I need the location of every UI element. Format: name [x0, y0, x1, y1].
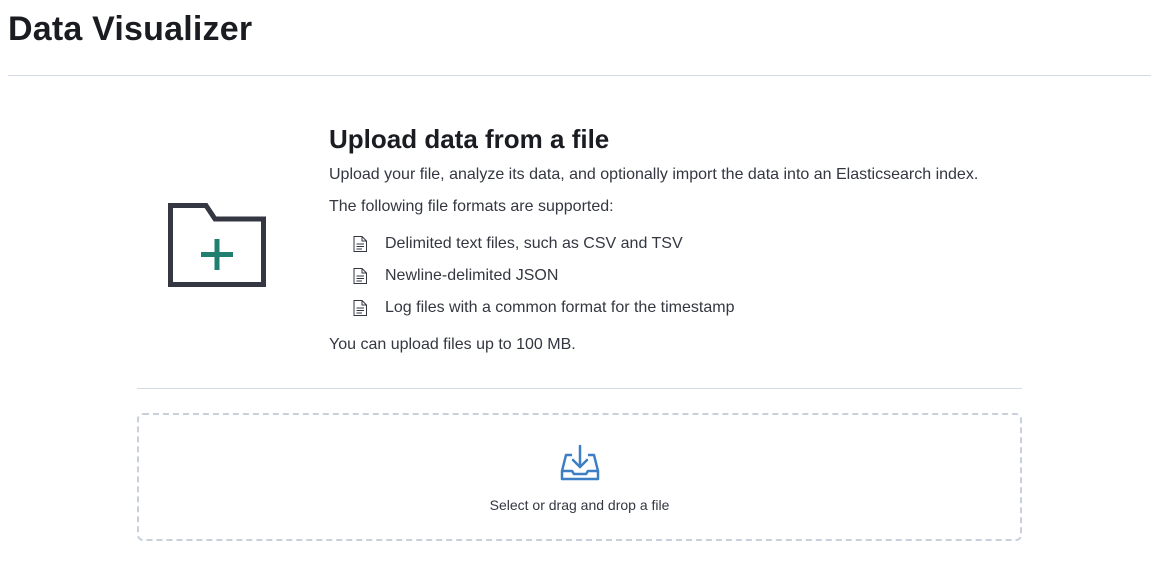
- formats-intro: The following file formats are supported…: [329, 198, 614, 215]
- format-label: Delimited text files, such as CSV and TS…: [385, 235, 683, 252]
- dropzone-label[interactable]: Select or drag and drop a file: [490, 497, 670, 513]
- content-divider: [137, 388, 1022, 389]
- upload-info: Upload data from a file Upload your file…: [329, 124, 1049, 356]
- format-label: Newline-delimited JSON: [385, 267, 559, 284]
- document-icon: [353, 300, 367, 316]
- format-label: Log files with a common format for the t…: [385, 299, 735, 316]
- page-title: Data Visualizer: [8, 10, 253, 48]
- upload-description: Upload your file, analyze its data, and …: [329, 166, 979, 183]
- document-icon: [353, 236, 367, 252]
- format-list: Delimited text files, such as CSV and TS…: [353, 228, 1049, 324]
- upload-title: Upload data from a file: [329, 124, 610, 154]
- header-divider: [8, 75, 1151, 76]
- format-item-delimited: Delimited text files, such as CSV and TS…: [353, 228, 1049, 260]
- file-dropzone[interactable]: Select or drag and drop a file: [137, 413, 1022, 541]
- size-limit-text: You can upload files up to 100 MB.: [329, 336, 576, 353]
- folder-add-icon: [168, 203, 266, 287]
- format-item-ndjson: Newline-delimited JSON: [353, 260, 1049, 292]
- data-visualizer-page: Data Visualizer Upload data from a file …: [0, 0, 1162, 573]
- format-item-log: Log files with a common format for the t…: [353, 292, 1049, 324]
- document-icon: [353, 268, 367, 284]
- import-icon: [560, 444, 599, 481]
